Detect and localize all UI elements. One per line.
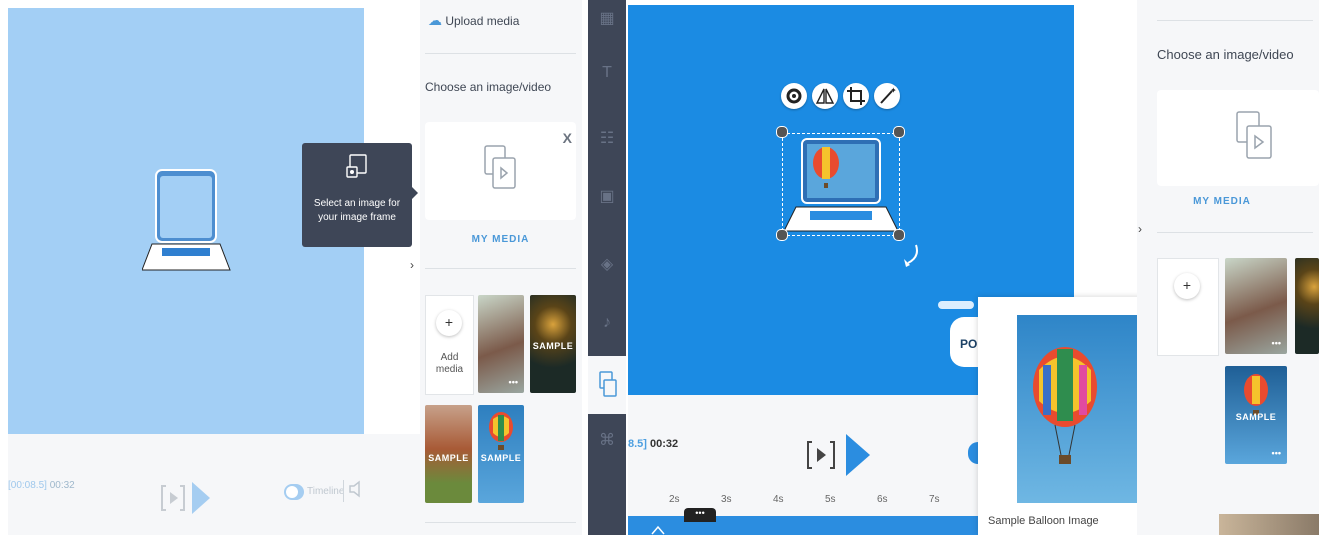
timeline-toggle[interactable]: [284, 484, 304, 500]
flip-icon[interactable]: [812, 83, 838, 109]
shape-fragment: [938, 301, 974, 309]
volume-icon[interactable]: [348, 480, 362, 501]
media-thumb-squirrel[interactable]: •••: [478, 295, 524, 393]
badge-fragment[interactable]: PO: [950, 317, 978, 367]
collapse-chevron-icon[interactable]: ›: [410, 258, 414, 272]
sample-label: SAMPLE: [1235, 412, 1277, 422]
timeline-ruler: 2s 3s 4s 5s 6s 7s: [628, 494, 978, 508]
upload-media-button[interactable]: ☁ Upload media: [428, 12, 519, 29]
current-time: 8.5]: [628, 438, 647, 450]
expand-icon[interactable]: [650, 524, 666, 535]
tool-rail: ▦ T ☷ ▣ ◈ ♪ ⌘: [588, 0, 626, 535]
image-frame-tooltip: Select an image for your image frame: [302, 143, 418, 247]
svg-text:✦: ✦: [890, 86, 897, 95]
collapse-chevron-icon[interactable]: ›: [1138, 222, 1142, 236]
characters-icon[interactable]: ☷: [597, 128, 617, 148]
choose-media-label: Choose an image/video: [1157, 47, 1294, 62]
tick-label: 7s: [929, 494, 940, 505]
player-area-right: [628, 395, 978, 535]
media-tool-active[interactable]: [588, 356, 626, 414]
divider: [425, 522, 576, 523]
media-placeholder-icon: [484, 145, 516, 189]
more-options-icon[interactable]: •••: [509, 377, 518, 387]
divider: [425, 53, 576, 54]
media-thumb-puppy[interactable]: SAMPLE: [425, 405, 472, 503]
more-options-icon[interactable]: •••: [1272, 448, 1281, 458]
texture-icon[interactable]: ▦: [597, 8, 617, 28]
shapes-icon[interactable]: ◈: [597, 254, 617, 274]
media-thumb-sparkler[interactable]: [1295, 258, 1319, 354]
playhead[interactable]: •••: [684, 508, 716, 522]
add-media-label: Add media: [435, 352, 464, 375]
current-time: [00:08.5]: [8, 480, 47, 491]
time-display-left: [00:08.5] 00:32: [8, 480, 75, 491]
divider: [343, 480, 344, 502]
media-placeholder-icon: [1236, 111, 1272, 159]
sample-label: SAMPLE: [480, 453, 522, 463]
total-time: 00:32: [49, 480, 75, 491]
resize-handle[interactable]: [893, 229, 905, 241]
cloud-upload-icon: ☁: [428, 12, 442, 28]
thumb-fragment[interactable]: [1219, 514, 1319, 535]
image-frame-icon: [346, 154, 367, 178]
media-thumb-balloon[interactable]: SAMPLE: [478, 405, 524, 503]
time-display-right: 8.5] 00:32: [628, 438, 678, 450]
text-tool-icon[interactable]: T: [597, 64, 617, 84]
more-options-icon[interactable]: •••: [1272, 338, 1281, 348]
rotate-icon[interactable]: [902, 243, 922, 269]
magic-wand-icon[interactable]: ✦: [874, 83, 900, 109]
tick-label: 3s: [721, 494, 732, 505]
tick-label: 5s: [825, 494, 836, 505]
settings-gear-icon[interactable]: [781, 83, 807, 109]
step-back-icon[interactable]: [807, 441, 835, 469]
my-media-tab[interactable]: MY MEDIA: [1157, 196, 1287, 207]
resize-handle[interactable]: [893, 126, 905, 138]
divider: [1157, 20, 1313, 21]
media-thumb-sparkler[interactable]: SAMPLE: [530, 295, 576, 393]
play-controls-left: [160, 478, 212, 523]
tooltip-text: Select an image for your image frame: [313, 198, 401, 223]
music-icon[interactable]: ♪: [597, 314, 617, 334]
choose-media-label: Choose an image/video: [425, 80, 552, 94]
resize-handle[interactable]: [776, 229, 788, 241]
plus-icon: +: [1174, 273, 1200, 299]
tick-label: 6s: [877, 494, 888, 505]
timeline-track[interactable]: [628, 516, 978, 535]
media-tool-icon: [599, 371, 617, 397]
balloon-image: [489, 412, 513, 450]
tick-label: 2s: [669, 494, 680, 505]
resize-handle[interactable]: [776, 126, 788, 138]
sample-label: SAMPLE: [532, 341, 574, 351]
step-back-icon[interactable]: [161, 485, 185, 511]
image-name: Sample Balloon Image: [988, 515, 1099, 527]
play-controls-right: [807, 434, 870, 476]
divider: [1157, 232, 1313, 233]
divider: [425, 268, 576, 269]
add-media-button[interactable]: +: [1157, 258, 1219, 356]
laptop-frame[interactable]: [142, 168, 234, 272]
media-thumb-squirrel[interactable]: •••: [1225, 258, 1287, 354]
tick-label: 4s: [773, 494, 784, 505]
badge-text: PO: [960, 337, 978, 351]
effects-icon[interactable]: ⌘: [597, 430, 617, 450]
crop-icon[interactable]: [843, 83, 869, 109]
my-media-tab[interactable]: MY MEDIA: [425, 234, 576, 245]
plus-icon: +: [436, 310, 462, 336]
media-thumb-balloon[interactable]: SAMPLE •••: [1225, 366, 1287, 464]
media-dropzone[interactable]: X: [425, 122, 576, 220]
sample-label: SAMPLE: [428, 453, 469, 463]
total-time: 00:32: [650, 438, 679, 450]
media-dropzone[interactable]: [1157, 90, 1319, 186]
add-media-button[interactable]: + Add media: [425, 295, 474, 395]
playhead-grip-icon: •••: [695, 508, 705, 518]
timeline-label: Timeline: [307, 486, 345, 497]
play-icon[interactable]: [846, 434, 870, 476]
props-icon[interactable]: ▣: [597, 186, 617, 206]
laptop-frame-with-image[interactable]: [784, 135, 900, 235]
close-icon[interactable]: X: [563, 130, 572, 146]
play-icon[interactable]: [192, 482, 210, 514]
upload-label: Upload media: [445, 14, 520, 28]
